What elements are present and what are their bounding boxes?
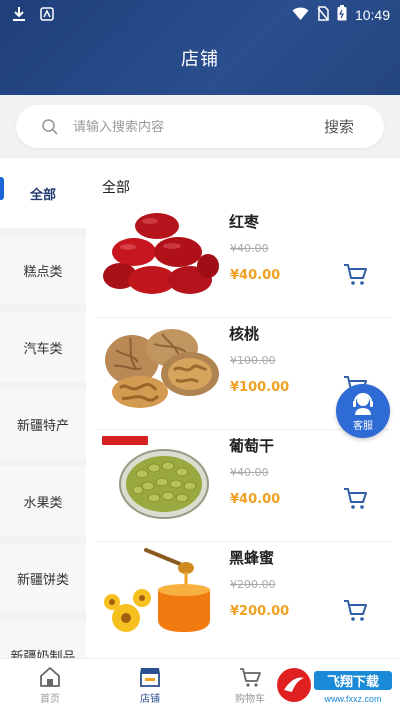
app-notification-icon xyxy=(40,6,54,26)
product-item[interactable]: 红枣 ¥40.00 ¥40.00 xyxy=(86,206,400,318)
product-name: 红枣 xyxy=(229,213,260,231)
product-original-price: ¥100.00 xyxy=(230,354,276,367)
search-input[interactable] xyxy=(73,117,303,137)
watermark-title: 飞翔下载 xyxy=(327,674,379,690)
product-name: 核桃 xyxy=(229,325,260,343)
product-image-walnuts[interactable] xyxy=(102,322,220,410)
status-bar: 10:49 xyxy=(0,0,400,28)
home-icon xyxy=(38,665,62,689)
product-original-price: ¥40.00 xyxy=(230,242,269,255)
product-price: ¥100.00 xyxy=(230,380,290,395)
product-name: 葡萄干 xyxy=(229,437,275,455)
product-price: ¥200.00 xyxy=(230,604,290,619)
search-bar: 搜索 xyxy=(0,95,400,158)
nav-home-label: 首页 xyxy=(40,694,60,705)
product-item[interactable]: 葡萄干 ¥40.00 ¥40.00 xyxy=(86,430,400,542)
search-button[interactable]: 搜索 xyxy=(324,116,354,137)
category-xinjiang-naan[interactable]: 新疆饼类 xyxy=(0,543,86,613)
store-icon xyxy=(138,665,162,689)
no-sim-icon xyxy=(317,5,329,25)
customer-service-button[interactable]: 客服 xyxy=(336,384,390,438)
download-icon xyxy=(12,6,26,26)
category-sidebar: 全部 糕点类 汽车类 新疆特产 水果类 新疆饼类 新疆奶制品 xyxy=(0,158,86,658)
app-header: 10:49 店铺 xyxy=(0,0,400,95)
category-fruit[interactable]: 水果类 xyxy=(0,466,86,536)
category-xinjiang-specialty[interactable]: 新疆特产 xyxy=(0,389,86,459)
status-time: 10:49 xyxy=(354,7,390,23)
category-car[interactable]: 汽车类 xyxy=(0,312,86,382)
battery-icon xyxy=(337,5,347,25)
watermark-logo: 飞翔下载 www.fxxz.com xyxy=(274,664,396,706)
add-to-cart-icon[interactable] xyxy=(342,485,368,511)
product-image-raisins[interactable] xyxy=(102,434,220,522)
product-price: ¥40.00 xyxy=(230,492,281,507)
nav-home[interactable]: 首页 xyxy=(0,659,100,711)
product-price: ¥40.00 xyxy=(230,268,281,283)
category-pastry[interactable]: 糕点类 xyxy=(0,235,86,305)
watermark-url: www.fxxz.com xyxy=(323,694,381,704)
add-to-cart-icon[interactable] xyxy=(342,261,368,287)
search-icon xyxy=(41,118,59,136)
nav-store-label: 店铺 xyxy=(140,694,160,705)
nav-store[interactable]: 店铺 xyxy=(100,659,200,711)
category-xinjiang-dairy[interactable]: 新疆奶制品 xyxy=(0,620,86,658)
product-original-price: ¥200.00 xyxy=(230,578,276,591)
headset-icon xyxy=(351,390,375,420)
cart-icon xyxy=(238,665,262,689)
category-all[interactable]: 全部 xyxy=(0,158,86,228)
customer-service-label: 客服 xyxy=(353,421,373,432)
add-to-cart-icon[interactable] xyxy=(342,597,368,623)
search-box[interactable]: 搜索 xyxy=(16,105,384,148)
wifi-icon xyxy=(292,6,309,25)
product-name: 黑蜂蜜 xyxy=(229,549,275,567)
product-image-red-dates[interactable] xyxy=(102,210,220,298)
page-title: 店铺 xyxy=(181,49,219,70)
product-original-price: ¥40.00 xyxy=(230,466,269,479)
product-item[interactable]: 黑蜂蜜 ¥200.00 ¥200.00 xyxy=(86,542,400,654)
product-image-honey[interactable] xyxy=(102,546,220,634)
section-title: 全部 xyxy=(102,180,130,196)
